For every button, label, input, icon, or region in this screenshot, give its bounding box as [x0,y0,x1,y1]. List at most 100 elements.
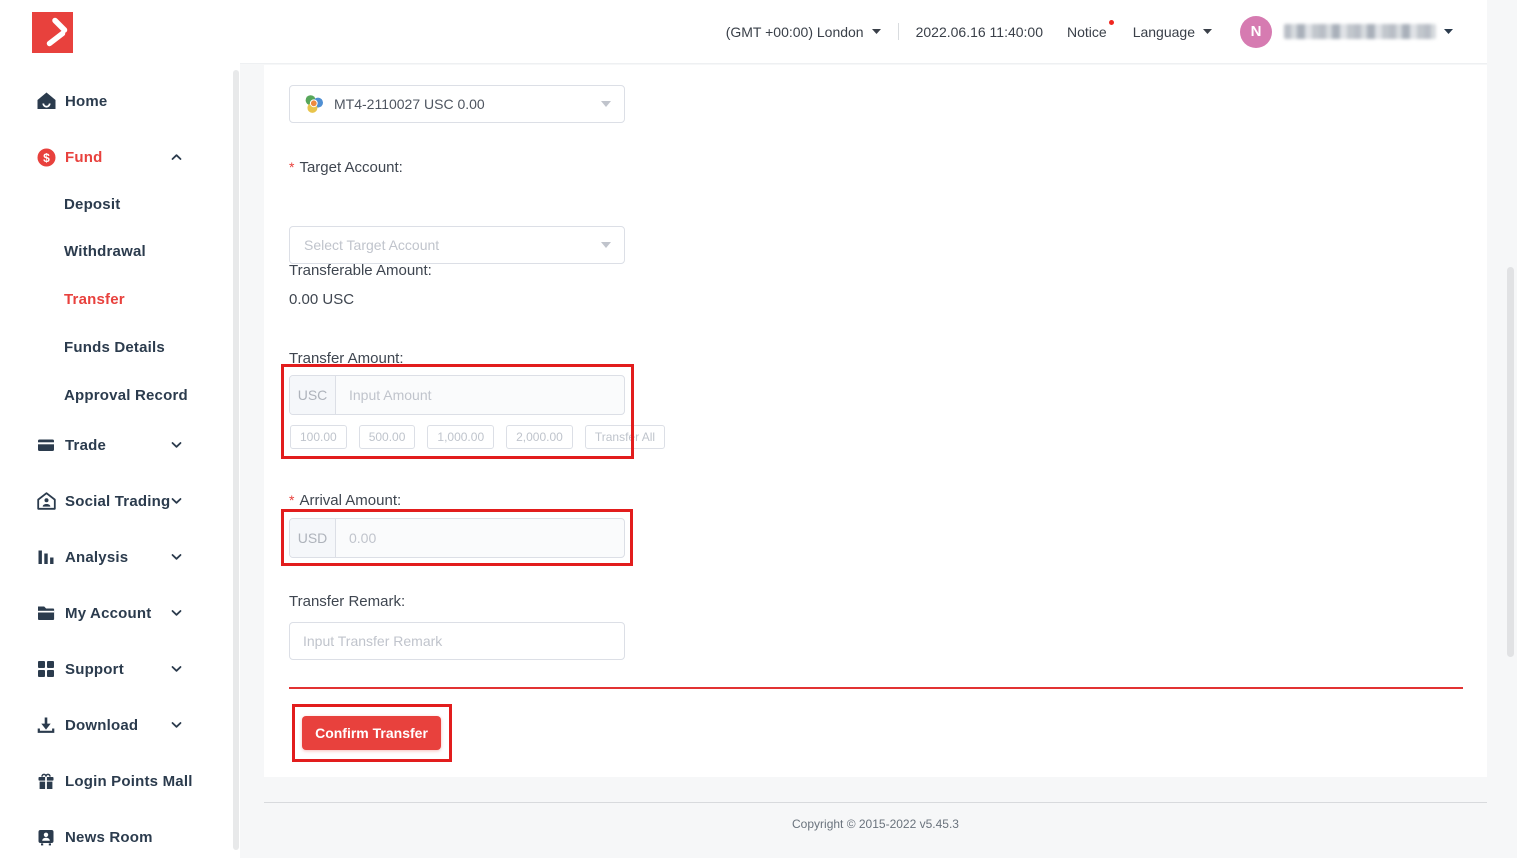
sidebar-item-label: Fund [65,149,102,166]
mt4-logo-icon [304,94,324,114]
sidebar-item-funds-details[interactable]: Funds Details [0,335,226,359]
sidebar-item-label: Approval Record [64,387,188,404]
chevron-down-icon [171,498,182,505]
avatar: N [1240,16,1272,48]
sidebar-item-my-account[interactable]: My Account [0,601,226,625]
copyright-text: Copyright © 2015-2022 v5.45.3 [792,817,959,831]
sidebar-item-download[interactable]: Download [0,713,226,737]
confirm-transfer-button[interactable]: Confirm Transfer [302,716,441,750]
notice-label: Notice [1067,24,1107,40]
sidebar-item-home[interactable]: Home [0,89,226,113]
source-account-value: MT4-2110027 USC 0.00 [334,96,485,112]
sidebar-item-login-points-mall[interactable]: Login Points Mall [0,769,226,793]
card-icon [36,435,56,455]
sidebar-item-label: Withdrawal [64,243,146,260]
svg-text:$: $ [43,150,50,164]
user-menu[interactable]: N [1240,16,1453,48]
folder-icon [36,603,56,623]
bar-chart-icon [36,547,56,567]
chevron-down-icon [171,610,182,617]
brand-logo-icon[interactable] [32,12,73,58]
transfer-amount-label: Transfer Amount: [289,350,404,367]
caret-down-icon [1444,29,1453,34]
sidebar-item-label: Trade [65,437,106,454]
chevron-down-icon [171,554,182,561]
sidebar-item-label: My Account [65,605,151,622]
transfer-amount-input[interactable] [336,376,624,414]
red-divider [289,687,1463,689]
person-badge-icon [36,827,56,847]
gift-icon [36,771,56,791]
source-account-select[interactable]: MT4-2110027 USC 0.00 [289,85,625,123]
arrival-amount-label: *Arrival Amount: [289,492,401,509]
sidebar: Home $ Fund Deposit Withdrawal Transfer … [0,0,240,858]
quick-amount-button[interactable]: 100.00 [290,425,347,449]
transfer-remark-input[interactable] [289,622,625,660]
sidebar-item-label: Download [65,717,138,734]
caret-down-icon [872,29,881,34]
sidebar-item-withdrawal[interactable]: Withdrawal [0,239,226,263]
sidebar-item-label: Transfer [64,291,125,308]
transfer-all-button[interactable]: Transfer All [585,425,665,449]
chevron-down-icon [171,666,182,673]
sidebar-item-label: Analysis [65,549,128,566]
target-account-select[interactable]: Select Target Account [289,226,625,264]
chevron-down-icon [171,722,182,729]
quick-amount-row: 100.00 500.00 1,000.00 2,000.00 Transfer… [290,425,677,449]
transferable-amount-label: Transferable Amount: [289,262,432,279]
sidebar-item-deposit[interactable]: Deposit [0,192,226,216]
caret-down-icon [1203,29,1212,34]
target-account-placeholder: Select Target Account [304,237,439,253]
required-marker: * [289,492,294,508]
dollar-circle-icon: $ [36,147,56,167]
notice-badge-dot [1109,20,1114,25]
required-marker: * [289,159,294,175]
quick-amount-button[interactable]: 2,000.00 [506,425,573,449]
language-select[interactable]: Language [1133,24,1212,40]
transfer-remark-label: Transfer Remark: [289,593,405,610]
chevron-up-icon [171,154,182,161]
sidebar-item-support[interactable]: Support [0,657,226,681]
quick-amount-button[interactable]: 1,000.00 [427,425,494,449]
sidebar-item-label: Home [65,93,107,110]
target-account-label: *Target Account: [289,159,403,176]
quick-amount-button[interactable]: 500.00 [359,425,416,449]
topbar-divider [898,23,899,40]
top-bar: (GMT +00:00) London 2022.06.16 11:40:00 … [240,0,1487,64]
datetime-display: 2022.06.16 11:40:00 [916,24,1043,40]
grid-icon [36,659,56,679]
transferable-amount-value: 0.00 USC [289,291,354,308]
house-person-icon [36,491,56,511]
language-label: Language [1133,24,1195,40]
notice-link[interactable]: Notice [1067,24,1107,40]
sidebar-item-label: Social Trading [65,493,170,510]
chevron-down-icon [171,442,182,449]
sidebar-item-transfer[interactable]: Transfer [0,287,226,311]
sidebar-item-label: Funds Details [64,339,165,356]
sidebar-item-label: Login Points Mall [65,773,193,790]
sidebar-item-approval-record[interactable]: Approval Record [0,383,226,407]
transfer-amount-input-group: USC [289,375,625,415]
caret-down-icon [601,101,611,107]
footer: Copyright © 2015-2022 v5.45.3 [264,802,1487,858]
sidebar-scrollbar[interactable] [233,70,239,850]
username-redacted [1284,24,1436,39]
download-icon [36,715,56,735]
sidebar-item-news-room[interactable]: News Room [0,825,226,849]
home-icon [36,91,56,111]
caret-down-icon [601,242,611,248]
page-scrollbar[interactable] [1507,267,1514,657]
arrival-currency-prefix: USD [290,519,336,557]
timezone-label: (GMT +00:00) London [726,24,864,40]
sidebar-item-label: Deposit [64,196,120,213]
arrival-amount-input[interactable] [336,519,624,557]
sidebar-item-analysis[interactable]: Analysis [0,545,226,569]
transfer-currency-prefix: USC [290,376,336,414]
sidebar-item-social-trading[interactable]: Social Trading [0,489,226,513]
sidebar-item-trade[interactable]: Trade [0,433,226,457]
arrival-amount-input-group: USD [289,518,625,558]
timezone-select[interactable]: (GMT +00:00) London [726,24,881,40]
transfer-form-panel: MT4-2110027 USC 0.00 *Target Account: Se… [264,65,1487,777]
sidebar-item-fund[interactable]: $ Fund [0,145,226,169]
sidebar-item-label: News Room [65,829,153,846]
